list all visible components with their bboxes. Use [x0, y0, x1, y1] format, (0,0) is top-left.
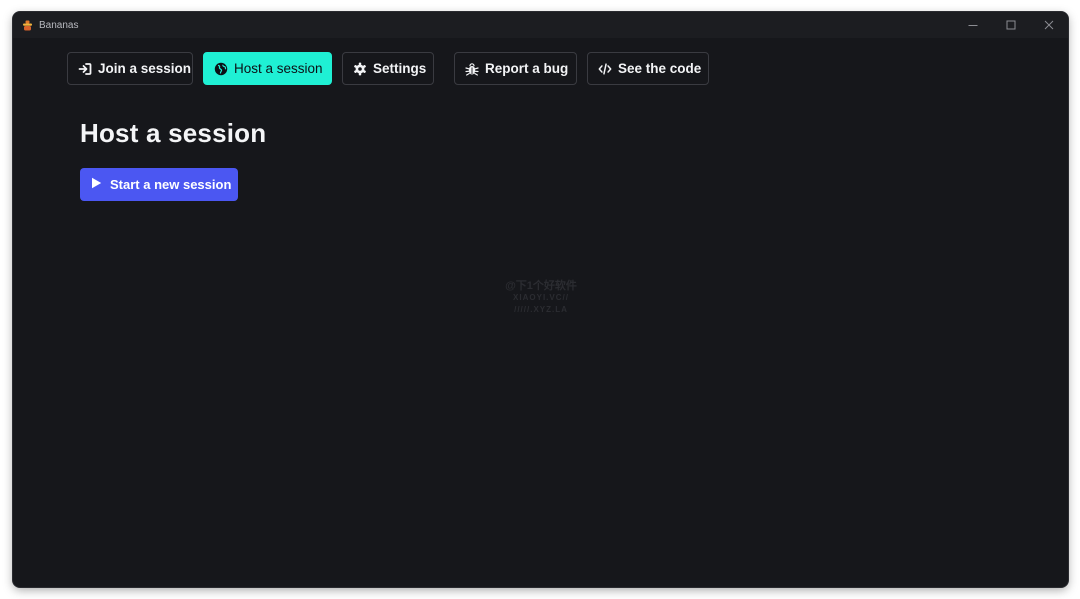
watermark-line-3: /////.XYZ.LA — [514, 305, 568, 314]
bug-icon — [465, 62, 479, 76]
start-new-session-button[interactable]: Start a new session — [80, 168, 238, 201]
window-title: Bananas — [39, 19, 79, 31]
tab-see-code[interactable]: See the code — [587, 52, 709, 85]
watermark-line-1: @下1个好软件 — [505, 280, 577, 292]
page-title: Host a session — [80, 118, 267, 148]
watermark: @下1个好软件 XIAOYI.VC// /////.XYZ.LA — [493, 280, 589, 316]
watermark-line-2: XIAOYI.VC// — [513, 293, 569, 302]
tab-settings[interactable]: Settings — [342, 52, 434, 85]
tab-host-session-label: Host a session — [234, 61, 323, 76]
sign-in-icon — [78, 62, 92, 76]
code-icon — [598, 62, 612, 76]
start-new-session-label: Start a new session — [110, 177, 232, 192]
tab-report-bug-label: Report a bug — [485, 61, 569, 76]
maximize-icon[interactable] — [992, 12, 1030, 38]
play-icon — [91, 177, 102, 192]
close-icon[interactable] — [1030, 12, 1068, 38]
tab-host-session[interactable]: Host a session — [203, 52, 332, 85]
app-window: Bananas Join a session Host a session Se… — [13, 12, 1068, 587]
tab-join-session-label: Join a session — [98, 61, 192, 76]
minimize-icon[interactable] — [954, 12, 992, 38]
window-controls — [954, 12, 1068, 38]
banana-app-icon — [21, 19, 33, 31]
tab-report-bug[interactable]: Report a bug — [454, 52, 577, 85]
gear-icon — [353, 62, 367, 76]
globe-icon — [214, 62, 228, 76]
tab-join-session[interactable]: Join a session — [67, 52, 193, 85]
tab-settings-label: Settings — [373, 61, 427, 76]
title-bar[interactable]: Bananas — [13, 12, 1068, 38]
tab-see-code-label: See the code — [618, 61, 702, 76]
